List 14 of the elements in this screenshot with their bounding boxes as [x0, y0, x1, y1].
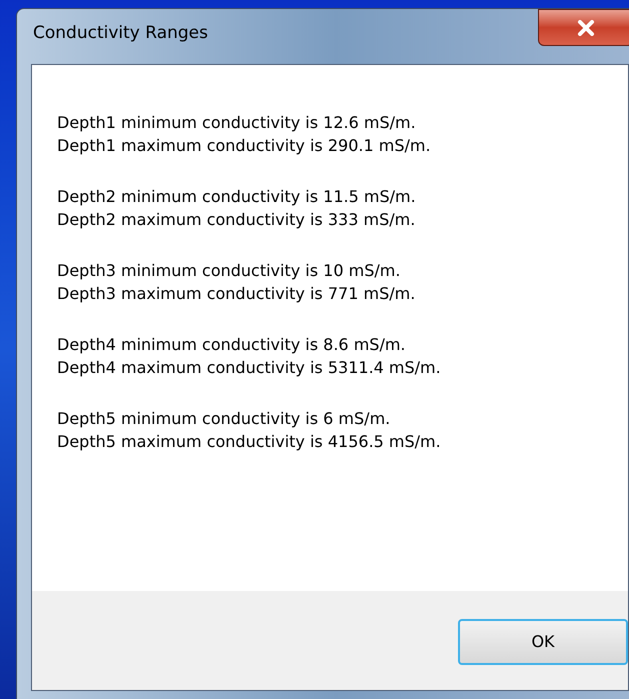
message-line: Depth5 maximum conductivity is 4156.5 mS/m. [57, 431, 441, 453]
message-line: Depth3 minimum conductivity is 10 mS/m. [57, 260, 400, 282]
close-button[interactable] [538, 9, 629, 46]
message-line: Depth2 maximum conductivity is 333 mS/m. [57, 209, 416, 231]
close-icon [577, 20, 595, 36]
message-line: Depth4 minimum conductivity is 8.6 mS/m. [57, 334, 406, 356]
window-title: Conductivity Ranges [33, 22, 208, 45]
ok-button[interactable]: OK [458, 619, 628, 665]
message-line: Depth4 maximum conductivity is 5311.4 mS/m. [57, 357, 441, 379]
message-line: Depth1 maximum conductivity is 290.1 mS/m. [57, 135, 431, 157]
message-line: Depth1 minimum conductivity is 12.6 mS/m. [57, 112, 416, 134]
message-line: Depth2 minimum conductivity is 11.5 mS/m. [57, 186, 416, 208]
message-line: Depth3 maximum conductivity is 771 mS/m. [57, 283, 416, 305]
message-line: Depth5 minimum conductivity is 6 mS/m. [57, 408, 390, 430]
